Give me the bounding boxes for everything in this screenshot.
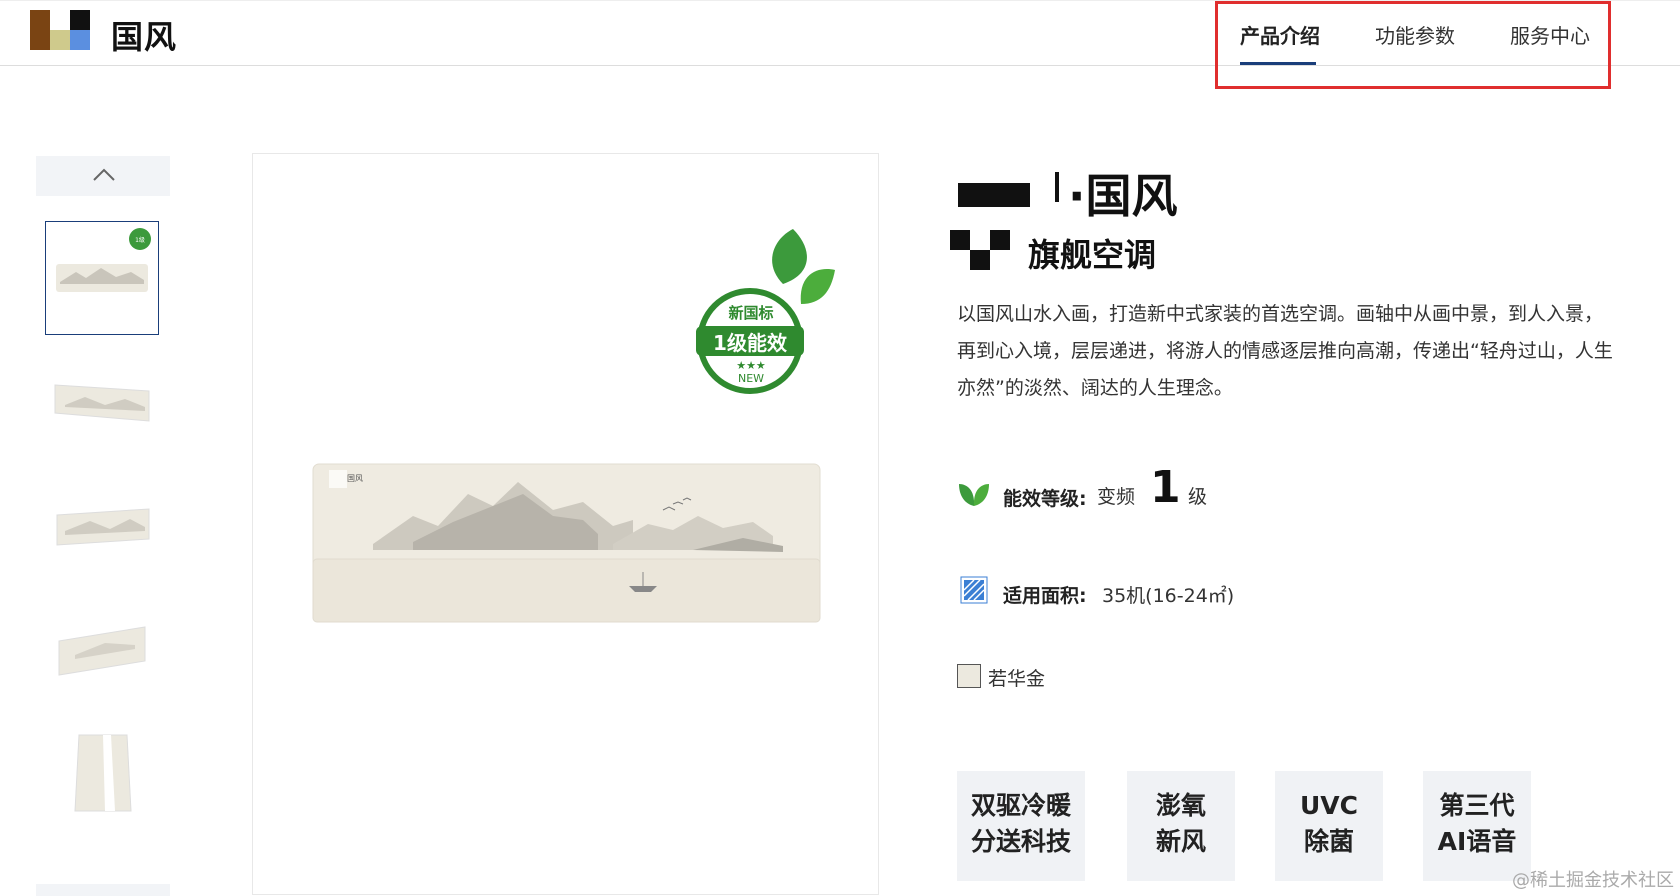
color-name[interactable]: 若华金	[988, 664, 1045, 691]
svg-text:1级: 1级	[135, 236, 145, 244]
feature-dual-drive: 双驱冷暖 分送科技	[957, 771, 1085, 881]
thumb-angle-right[interactable]	[45, 469, 159, 583]
badge-new: NEW	[737, 372, 765, 385]
title-divider	[1055, 172, 1059, 202]
brand-mark-redacted	[958, 183, 1030, 207]
feature-line1: 第三代	[1439, 791, 1515, 820]
feature-line1: 澎氧	[1155, 791, 1206, 820]
feature-line1: 双驱冷暖	[970, 791, 1071, 820]
energy-grade: 1	[1150, 462, 1181, 513]
badge-stars: ★★★	[736, 359, 766, 372]
feature-fresh-air: 澎氧 新风	[1127, 771, 1235, 881]
feature-ai-voice: 第三代 AI语音	[1423, 771, 1531, 881]
area-icon	[960, 576, 988, 608]
chevron-up-icon	[93, 168, 115, 181]
feature-uvc: UVC 除菌	[1275, 771, 1383, 881]
unit-label: 国风	[347, 474, 363, 483]
area-value: 35机(16-24㎡)	[1102, 585, 1235, 607]
color-swatch[interactable]	[957, 664, 981, 688]
product-title: ·国风	[1068, 169, 1178, 223]
thumb-angle-left[interactable]	[45, 345, 159, 459]
energy-label: 能效等级:	[1003, 488, 1087, 510]
brand-logo[interactable]	[30, 10, 90, 50]
feature-line2: AI语音	[1437, 827, 1517, 856]
nav-highlight-box	[1215, 1, 1611, 89]
thumb-front-view[interactable]: 1级	[45, 221, 159, 335]
feature-line2: 除菌	[1303, 827, 1354, 856]
area-label: 适用面积:	[1003, 585, 1087, 607]
main-product-image: 新国标 1级能效 ★★★ NEW 国风	[252, 153, 879, 895]
feature-line2: 新风	[1155, 827, 1206, 856]
feature-line2: 分送科技	[970, 827, 1071, 856]
product-subtitle: 旗舰空调	[1028, 236, 1157, 274]
thumbnail-scroll-up-button[interactable]	[36, 156, 170, 196]
watermark: @稀土掘金技术社区	[1512, 870, 1674, 891]
thumb-end-view[interactable]	[45, 717, 159, 831]
brand-name: 国风	[111, 18, 178, 56]
thumb-side-view[interactable]	[45, 593, 159, 707]
leaf-icon	[957, 478, 991, 512]
badge-line2: 1级能效	[713, 331, 787, 355]
feature-line1: UVC	[1300, 791, 1358, 820]
thumbnail-scroll-down-area[interactable]	[36, 884, 170, 896]
product-description: 以国风山水入画，打造新中式家装的首选空调。画轴中从画中景，到人入景，再到心入境，…	[957, 303, 1613, 399]
badge-line1: 新国标	[728, 304, 774, 322]
brand-logo-small	[950, 230, 1010, 270]
energy-type: 变频	[1097, 486, 1136, 508]
energy-unit: 级	[1188, 486, 1208, 508]
